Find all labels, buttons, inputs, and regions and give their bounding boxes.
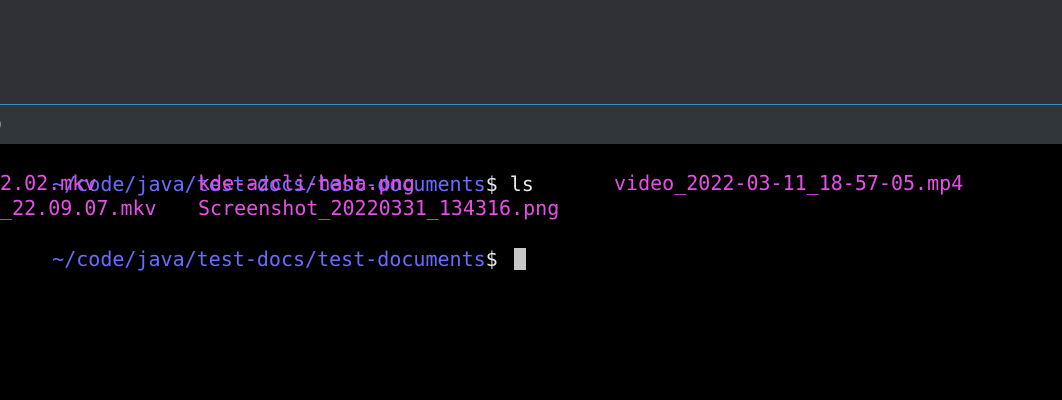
prompt-path: ~/code/java/test-docs/test-documents [52, 246, 486, 271]
prompt-symbol: $ [485, 171, 510, 196]
text-cursor[interactable] [513, 247, 526, 270]
prompt-symbol: $ [485, 246, 510, 271]
prompt-line-1: ~/code/java/test-docs/test-documents$ ls [4, 146, 534, 196]
file-entry: 5_22.09.07.mkv [0, 196, 157, 220]
tab-label[interactable]: ) [0, 114, 2, 134]
file-entry: 02.02.mkv [0, 171, 97, 195]
top-panel [0, 0, 1062, 105]
file-entry: Screenshot_20220331_134316.png [198, 196, 560, 220]
terminal-tab-bar[interactable]: ) [0, 105, 1062, 144]
command-text: ls [509, 171, 534, 196]
terminal-output[interactable]: ~/code/java/test-docs/test-documents$ ls… [0, 144, 1062, 400]
file-entry: video_2022-03-11_18-57-05.mp4 [614, 171, 964, 195]
prompt-line-2: ~/code/java/test-docs/test-documents$ [4, 221, 526, 271]
file-entry: kde-azcli-haha.png [198, 171, 415, 195]
